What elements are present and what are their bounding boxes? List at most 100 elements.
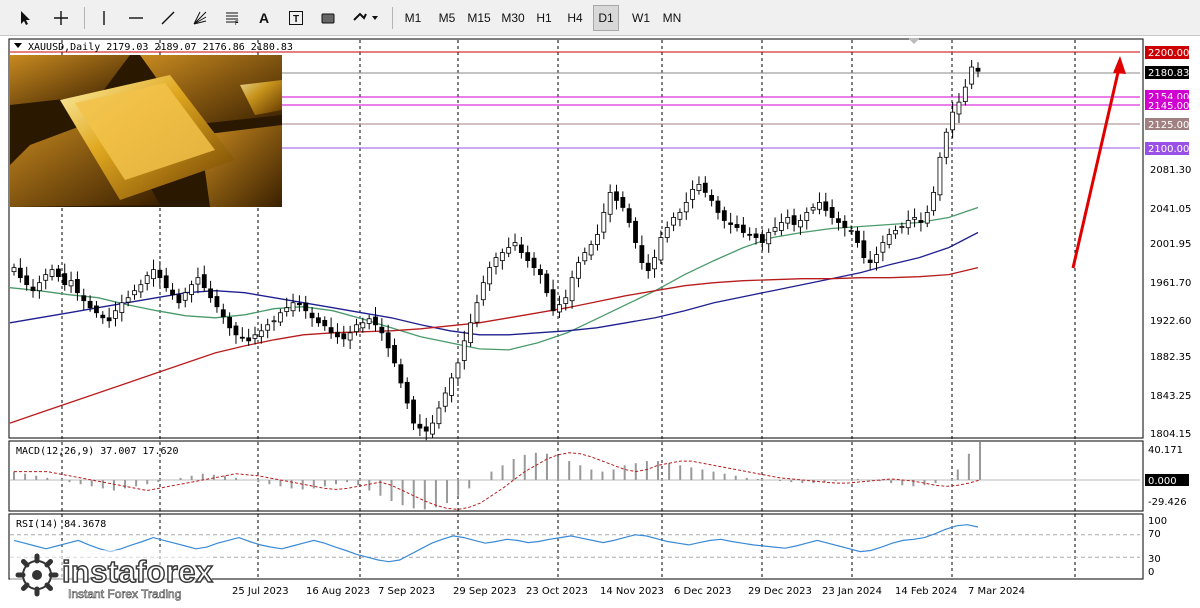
toolbar-separator (84, 7, 85, 29)
candle-body (880, 242, 886, 253)
timeframe-m15-button[interactable]: M15 (463, 5, 495, 31)
candle-body (721, 210, 727, 221)
timeframe-w1-button[interactable]: W1 (628, 5, 654, 31)
candle-body (195, 277, 201, 285)
candle-body (233, 325, 239, 336)
candle-body (772, 227, 778, 232)
crosshair-icon[interactable] (46, 5, 76, 31)
candle-body (461, 340, 467, 361)
candle-body (220, 309, 226, 318)
candle-body (62, 273, 68, 286)
candle-body (912, 217, 917, 220)
candle (937, 152, 943, 201)
candle-body (626, 208, 632, 223)
candle-body (379, 326, 385, 334)
timeframe-d1-button[interactable]: D1 (593, 5, 619, 31)
timeframe-mn-button[interactable]: MN (658, 5, 686, 31)
macd-axis-top: 40.171 (1148, 445, 1183, 456)
candle-body (106, 317, 112, 322)
candle-body (81, 295, 87, 302)
gann-icon[interactable] (188, 5, 212, 31)
trend-line-icon[interactable] (156, 5, 180, 31)
candle-body (734, 224, 740, 228)
candle-body (75, 279, 80, 294)
level-2200-label: 2200.00 (1148, 48, 1189, 59)
candle-body (804, 212, 810, 221)
vertical-line-icon[interactable] (92, 5, 116, 31)
candle-body (905, 220, 911, 229)
candle-body (436, 407, 442, 425)
candle-body (309, 312, 315, 319)
rsi-axis-70: 70 (1148, 529, 1161, 540)
toolbar: F A T M1 M5 M15 M30 H1 H4 D1 W1 MN (0, 0, 1200, 36)
date-tick: 29 Sep 2023 (453, 586, 516, 597)
cursor-icon[interactable] (10, 5, 40, 31)
chart-header: XAUUSD,Daily 2179.03 2189.07 2176.86 218… (28, 42, 293, 53)
rsi-label: RSI(14) 84.3678 (16, 519, 106, 530)
candle-body (702, 182, 708, 193)
candle-body (563, 297, 569, 304)
candle-body (601, 212, 607, 233)
candle-body (956, 101, 962, 115)
candle-body (347, 332, 353, 341)
level-2145-label: 2145.00 (1148, 101, 1189, 112)
text-icon[interactable]: A (252, 5, 276, 31)
timeframe-m5-button[interactable]: M5 (432, 5, 462, 31)
candle-body (176, 294, 182, 304)
candle-body (360, 322, 366, 329)
candle-body (49, 269, 55, 277)
candle-body (94, 305, 99, 314)
date-tick: 6 Dec 2023 (674, 586, 732, 597)
candle-body (924, 212, 930, 224)
candle-body (341, 333, 347, 340)
candle-body (322, 319, 328, 327)
candle-body (157, 269, 163, 279)
timeframe-m30-button[interactable]: M30 (497, 5, 529, 31)
candle-body (652, 257, 657, 270)
candle-body (683, 202, 689, 213)
candle-body (525, 252, 531, 262)
candle-body (696, 183, 702, 192)
fibonacci-icon[interactable]: F (220, 5, 244, 31)
candle-body (392, 345, 397, 364)
price-tick: 1843.25 (1150, 391, 1191, 402)
candle-body (747, 233, 753, 236)
candle-body (303, 302, 309, 312)
timeframe-m1-button[interactable]: M1 (398, 5, 428, 31)
text-label-icon[interactable]: T (284, 5, 308, 31)
arrows-icon[interactable] (348, 5, 384, 31)
candle-body (506, 247, 512, 254)
candle-body (119, 302, 125, 313)
candle-body (664, 227, 670, 238)
candle-body (442, 392, 448, 407)
candle-body (633, 220, 638, 243)
candle-body (620, 197, 626, 208)
svg-text:F: F (235, 21, 239, 26)
candle-body (170, 289, 175, 296)
timeframe-h4-button[interactable]: H4 (562, 5, 588, 31)
candle-body (423, 426, 429, 432)
candle-body (385, 332, 391, 349)
candle-body (512, 242, 518, 247)
candle-body (24, 275, 30, 286)
timeframe-h1-button[interactable]: H1 (531, 5, 557, 31)
horizontal-line-icon[interactable] (124, 5, 148, 31)
macd-axis-zero: 0.000 (1148, 476, 1177, 487)
price-tick: 2081.30 (1150, 165, 1191, 176)
candle-body (937, 156, 943, 196)
candle-body (430, 422, 435, 435)
rectangle-icon[interactable] (316, 5, 340, 31)
candle-body (848, 230, 854, 232)
date-tick: 25 Jul 2023 (232, 586, 289, 597)
candle-body (671, 217, 676, 226)
price-tick: 1882.35 (1150, 352, 1191, 363)
candle-body (798, 220, 803, 228)
candle-body (132, 290, 137, 296)
candle-body (125, 297, 131, 303)
candle-body (677, 212, 683, 220)
candle-body (817, 202, 822, 210)
watermark-brand: instaforex (61, 553, 214, 590)
candle-body (943, 131, 949, 158)
candle-body (468, 322, 474, 344)
candle-body (899, 226, 905, 228)
